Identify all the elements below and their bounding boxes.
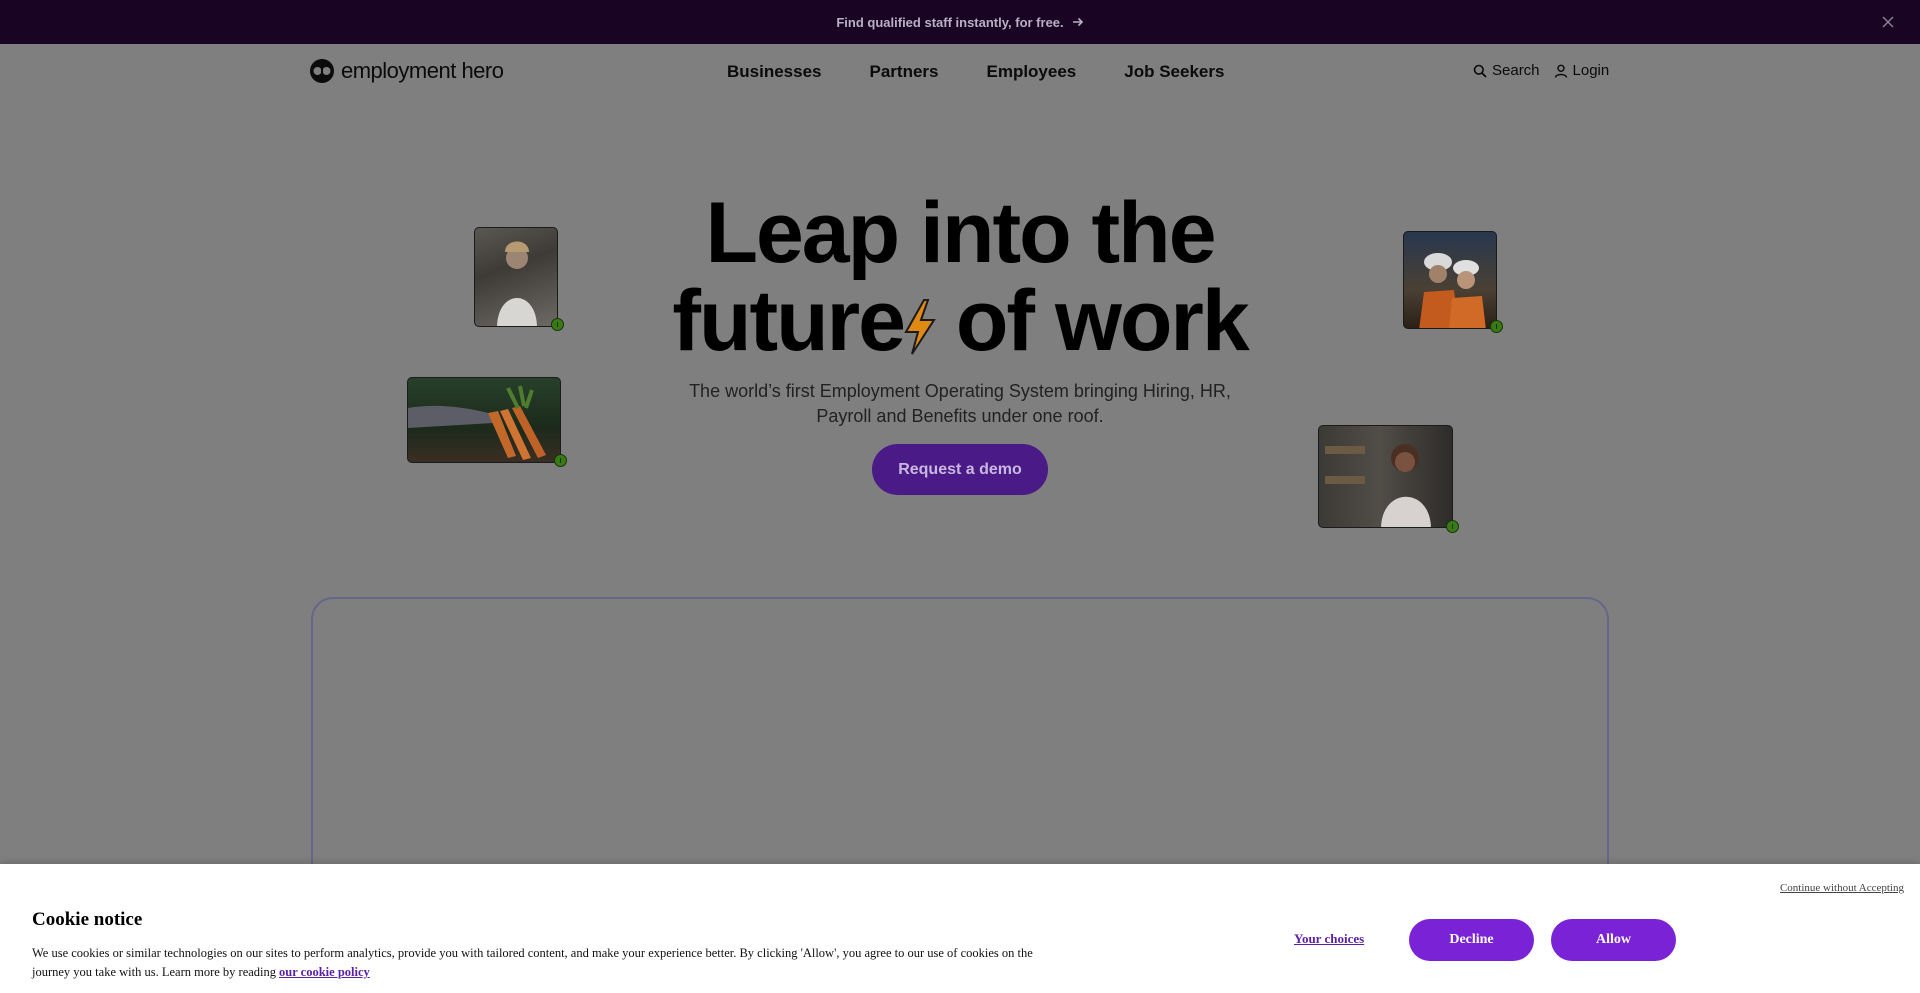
photo-workers-hardhats — [1403, 231, 1497, 329]
photo-carrots-harvest — [407, 377, 561, 463]
lightning-bolt-icon — [904, 299, 936, 355]
photo-workers-hardhats-image — [1419, 253, 1486, 328]
continue-without-accepting-link[interactable]: Continue without Accepting — [1780, 882, 1904, 894]
announcement-bar: Find qualified staff instantly, for free… — [0, 0, 1920, 44]
arrow-right-icon — [1072, 17, 1083, 27]
hero-title-part-a: futur — [672, 273, 860, 369]
photo-woman-portrait — [474, 227, 558, 327]
status-dot — [551, 318, 564, 331]
status-dot — [1446, 520, 1459, 533]
your-choices-link[interactable]: Your choices — [1294, 931, 1364, 947]
hero-title-part-b: e — [858, 273, 906, 369]
announcement-link[interactable]: Find qualified staff instantly, for free… — [836, 15, 1083, 30]
hero-title-line-2: future of work — [560, 278, 1360, 366]
nav-link-partners[interactable]: Partners — [870, 62, 939, 82]
search-button[interactable]: Search — [1473, 62, 1540, 79]
search-label: Search — [1492, 62, 1540, 79]
nav-links: Businesses Partners Employees Job Seeker… — [727, 62, 1224, 82]
photo-woman-portrait-image — [497, 241, 537, 326]
nav-link-job-seekers[interactable]: Job Seekers — [1124, 62, 1224, 82]
cookie-title: Cookie notice — [32, 909, 143, 930]
login-label: Login — [1572, 62, 1610, 79]
announcement-text: Find qualified staff instantly, for free… — [836, 14, 1064, 30]
hero-subtitle: The world’s first Employment Operating S… — [689, 381, 1231, 426]
logo-text: employment hero — [341, 58, 504, 83]
user-icon — [1554, 64, 1567, 78]
hero-title-part-c: of work — [955, 273, 1250, 369]
request-demo-button[interactable]: Request a demo — [872, 444, 1048, 495]
logo[interactable]: employment hero — [309, 58, 504, 84]
cookie-body-text: We use cookies or similar technologies o… — [32, 946, 1033, 979]
nav-link-employees[interactable]: Employees — [986, 62, 1076, 82]
hero-title-line-1: Leap into the — [705, 185, 1216, 281]
nav-link-businesses[interactable]: Businesses — [727, 62, 822, 82]
nav-utilities: Search Login — [1473, 62, 1609, 79]
photo-woman-shop — [1318, 425, 1453, 528]
hero-title: Leap into the future of work — [560, 190, 1360, 366]
status-dot — [554, 454, 567, 467]
cookie-body: We use cookies or similar technologies o… — [32, 944, 1072, 982]
cookie-policy-link[interactable]: our cookie policy — [279, 965, 370, 979]
close-icon[interactable] — [1878, 12, 1898, 32]
search-icon — [1473, 64, 1487, 78]
logo-mark-icon — [310, 59, 334, 83]
allow-button[interactable]: Allow — [1551, 919, 1676, 961]
photo-woman-shop-image — [1325, 444, 1431, 527]
photo-carrots-harvest-image — [408, 385, 546, 460]
decline-button[interactable]: Decline — [1409, 919, 1534, 961]
status-dot — [1490, 320, 1503, 333]
login-button[interactable]: Login — [1554, 62, 1610, 79]
main-nav: employment hero Businesses Partners Empl… — [0, 44, 1920, 100]
